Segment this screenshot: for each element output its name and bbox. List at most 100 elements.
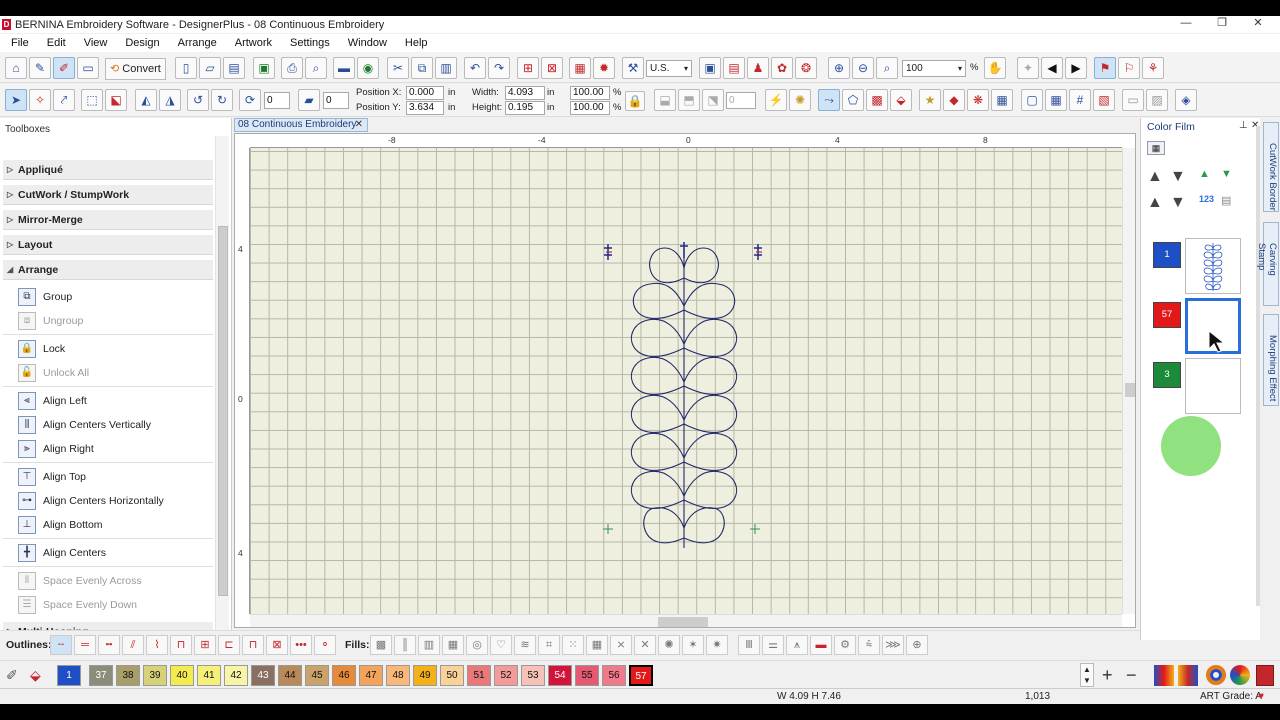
stitch-angle-icon[interactable]: ⬓ xyxy=(654,89,676,111)
heart-fill-icon[interactable]: ♡ xyxy=(490,635,512,655)
move-first-icon[interactable]: ▲ xyxy=(1147,194,1163,212)
menu-edit[interactable]: Edit xyxy=(36,37,73,49)
mirror-vertical-icon[interactable]: ◮ xyxy=(159,89,181,111)
paste-icon[interactable]: ▥ xyxy=(435,57,457,79)
radial-fill-icon[interactable]: ◎ xyxy=(466,635,488,655)
tool-ungroup[interactable]: ⧈ Ungroup xyxy=(18,311,83,331)
density-icon[interactable]: ⬒ xyxy=(678,89,700,111)
move-up-icon[interactable]: ▲ xyxy=(1147,168,1163,186)
select-object-icon[interactable]: ⊞ xyxy=(517,57,539,79)
color-film-scrollbar[interactable] xyxy=(1256,126,1260,606)
position-y-input[interactable]: 3.634 xyxy=(406,101,444,115)
trim-icon[interactable]: ⚘ xyxy=(1142,57,1164,79)
palette-color-41[interactable]: 41 xyxy=(197,665,221,686)
tool-align-centers[interactable]: ╋ Align Centers xyxy=(18,543,106,563)
blanket-stitch-icon[interactable]: ⊓ xyxy=(170,635,192,655)
palette-color-43[interactable]: 43 xyxy=(251,665,275,686)
select-stitch-icon[interactable]: ⊠ xyxy=(541,57,563,79)
color-thumbnail-3[interactable] xyxy=(1185,358,1241,414)
satin-outline-icon[interactable]: ⫽ xyxy=(122,635,144,655)
stipple-fill-icon[interactable]: ✕ xyxy=(634,635,656,655)
design-grid[interactable] xyxy=(250,148,1122,614)
tool-align-centers-vertically[interactable]: ⫼ Align Centers Vertically xyxy=(18,415,151,435)
color-wheel-icon[interactable] xyxy=(1206,665,1226,685)
triangle-fill-icon[interactable]: ⩚ xyxy=(786,635,808,655)
height-input[interactable]: 0.195 xyxy=(505,101,545,115)
palette-color-39[interactable]: 39 xyxy=(143,665,167,686)
copy-icon[interactable]: ⧉ xyxy=(411,57,433,79)
wave-pattern-icon[interactable]: ⩯ xyxy=(858,635,880,655)
counter-input[interactable]: 0 xyxy=(726,92,756,109)
units-select[interactable]: U.S. ▾ xyxy=(646,60,692,77)
continuous-embroidery-design[interactable] xyxy=(250,148,1122,614)
mirror-horizontal-icon[interactable]: ◭ xyxy=(135,89,157,111)
undo-icon[interactable]: ↶ xyxy=(464,57,486,79)
sort-icon[interactable]: ▤ xyxy=(1221,194,1231,207)
cross-hatch-icon[interactable]: ✶ xyxy=(682,635,704,655)
palette-color-38[interactable]: 38 xyxy=(116,665,140,686)
sketch-fill-icon[interactable]: ✺ xyxy=(658,635,680,655)
palette-color-45[interactable]: 45 xyxy=(305,665,329,686)
color-thumbnail-57[interactable] xyxy=(1185,298,1241,354)
tools-icon[interactable]: ⚒ xyxy=(622,57,644,79)
grid-lines-icon[interactable]: # xyxy=(1069,89,1091,111)
stamp-icon[interactable]: ❋ xyxy=(967,89,989,111)
pin-icon[interactable]: ⊥ xyxy=(1239,120,1248,131)
triple-stitch-icon[interactable]: ═ xyxy=(74,635,96,655)
motif-icon[interactable]: ★ xyxy=(919,89,941,111)
close-tab-icon[interactable]: ✕ xyxy=(355,119,363,131)
scroll-thumb[interactable] xyxy=(658,617,708,627)
color-blend-icon[interactable] xyxy=(1178,665,1198,686)
rotate-angle-input[interactable]: 0 xyxy=(264,92,290,109)
thread-chart-icon[interactable] xyxy=(1154,665,1174,686)
polygon-select-icon[interactable]: ✧ xyxy=(29,89,51,111)
pattern-fill-icon[interactable]: ▦ xyxy=(442,635,464,655)
convert-button[interactable]: ⟲ Convert xyxy=(105,58,166,80)
magic-wand-icon[interactable]: ✦ xyxy=(1017,57,1039,79)
hatch-icon[interactable]: ▧ xyxy=(1093,89,1115,111)
hoop-icon[interactable]: ▣ xyxy=(699,57,721,79)
palette-color-1[interactable]: 1 xyxy=(57,665,81,686)
layout-icon[interactable]: ⬔ xyxy=(702,89,724,111)
palette-color-55[interactable]: 55 xyxy=(575,665,599,686)
tool-align-centers-horizontally[interactable]: ⊶ Align Centers Horizontally xyxy=(18,491,164,511)
frame-icon[interactable]: ▢ xyxy=(1021,89,1043,111)
zigzag-outline-icon[interactable]: ⌇ xyxy=(146,635,168,655)
document-tab[interactable]: 08 Continuous Embroidery ✕ xyxy=(234,118,368,132)
star-tool-icon[interactable]: ✺ xyxy=(789,89,811,111)
move-bottom-icon[interactable]: ▼ xyxy=(1221,168,1232,180)
grid-icon[interactable]: ▦ xyxy=(991,89,1013,111)
spiral-fill-icon[interactable]: ✷ xyxy=(706,635,728,655)
ladder-stitch-icon[interactable]: ⊞ xyxy=(194,635,216,655)
show-hoop-icon[interactable]: ▤ xyxy=(723,57,745,79)
film-view-icon[interactable]: ▦ xyxy=(1147,141,1165,155)
lock-proportion-icon[interactable]: 🔒 xyxy=(625,91,645,111)
tab-cutwork-border[interactable]: CutWork Border xyxy=(1263,122,1279,212)
slant-angle-input[interactable]: 0 xyxy=(323,92,349,109)
fill-pattern-icon[interactable]: ▩ xyxy=(866,89,888,111)
tool-unlock-all[interactable]: 🔓 Unlock All xyxy=(18,363,89,383)
print-preview-icon[interactable]: ⌕ xyxy=(305,57,327,79)
palette-color-50[interactable]: 50 xyxy=(440,665,464,686)
freehand-icon[interactable]: ⤳ xyxy=(818,89,840,111)
resize-icon[interactable]: ⬕ xyxy=(105,89,127,111)
display-icon[interactable]: ◈ xyxy=(1175,89,1197,111)
overview-icon[interactable]: ▭ xyxy=(77,57,99,79)
zoom-out-icon[interactable]: ⊖ xyxy=(852,57,874,79)
palette-color-42[interactable]: 42 xyxy=(224,665,248,686)
home-icon[interactable]: ⌂ xyxy=(5,57,27,79)
paint-bucket-icon[interactable]: ⬙ xyxy=(30,667,41,684)
scale-height-input[interactable]: 100.00 xyxy=(570,101,610,115)
tab-carving-stamp[interactable]: Carving Stamp xyxy=(1256,222,1279,306)
tool-align-left[interactable]: ⫷ Align Left xyxy=(18,391,87,411)
tool-group[interactable]: ⧉ Group xyxy=(18,287,72,307)
canvas-vertical-scrollbar[interactable] xyxy=(1122,148,1135,614)
menu-arrange[interactable]: Arrange xyxy=(167,37,224,49)
gear-fill-icon[interactable]: ⚙ xyxy=(834,635,856,655)
eyedropper-icon[interactable]: ✐ xyxy=(6,667,18,684)
shape-tool-icon[interactable]: ⬠ xyxy=(842,89,864,111)
palette-color-40[interactable]: 40 xyxy=(170,665,194,686)
menu-window[interactable]: Window xyxy=(337,37,394,49)
maximize-button[interactable]: ❐ xyxy=(1204,16,1240,33)
crop-icon[interactable]: ⬚ xyxy=(81,89,103,111)
